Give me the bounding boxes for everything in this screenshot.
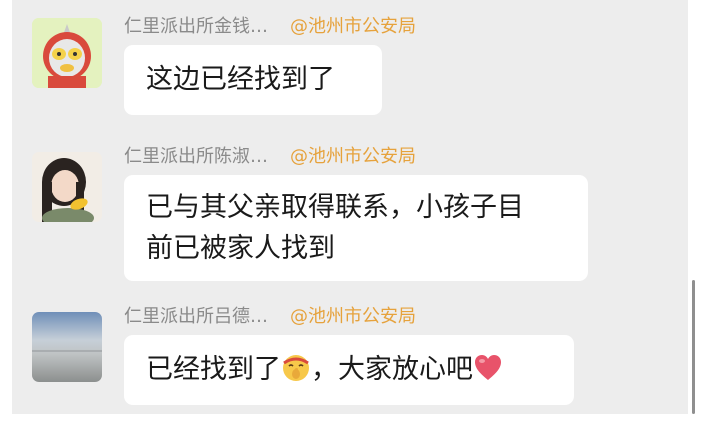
mention-tag[interactable]: @池州市公安局 — [290, 146, 416, 167]
chat-panel: 仁里派出所金钱… @池州市公安局 这边已经找到了 仁里派出所陈淑… @池州市公安局 … — [12, 0, 695, 414]
message-meta: 仁里派出所陈淑… @池州市公安局 — [124, 145, 416, 169]
sender-name[interactable]: 仁里派出所金钱… — [124, 16, 268, 37]
mention-tag[interactable]: @池州市公安局 — [290, 306, 416, 327]
message-meta: 仁里派出所金钱… @池州市公安局 — [124, 15, 416, 39]
message-text-line: 已与其父亲取得联系，小孩子目 — [146, 192, 524, 223]
shush-face-emoji-icon — [283, 355, 309, 381]
scrollbar[interactable] — [692, 280, 695, 414]
message-text: 已经找到了 ，大家放心吧 — [146, 349, 552, 390]
avatar[interactable] — [32, 152, 102, 222]
message-text-part: 已经找到了 — [146, 354, 281, 385]
sender-name[interactable]: 仁里派出所陈淑… — [124, 146, 268, 167]
message-bubble[interactable]: 已与其父亲取得联系，小孩子目 前已被家人找到 — [124, 175, 588, 281]
mention-tag[interactable]: @池州市公安局 — [290, 16, 416, 37]
message-bubble[interactable]: 这边已经找到了 — [124, 45, 382, 115]
message-meta: 仁里派出所吕德… @池州市公安局 — [124, 305, 416, 329]
red-heart-emoji-icon — [475, 355, 501, 380]
avatar[interactable] — [32, 18, 102, 88]
seascape-photo-avatar-icon — [32, 312, 102, 382]
avatar[interactable] — [32, 312, 102, 382]
message-text: 这边已经找到了 — [146, 64, 335, 95]
sender-name[interactable]: 仁里派出所吕德… — [124, 306, 268, 327]
message-text-line: 前已被家人找到 — [146, 233, 335, 264]
cartoon-hero-avatar-icon — [32, 18, 102, 88]
message-bubble[interactable]: 已经找到了 ，大家放心吧 — [124, 335, 574, 405]
message-text-part: ，大家放心吧 — [311, 354, 473, 385]
girl-photo-avatar-icon — [32, 152, 102, 222]
